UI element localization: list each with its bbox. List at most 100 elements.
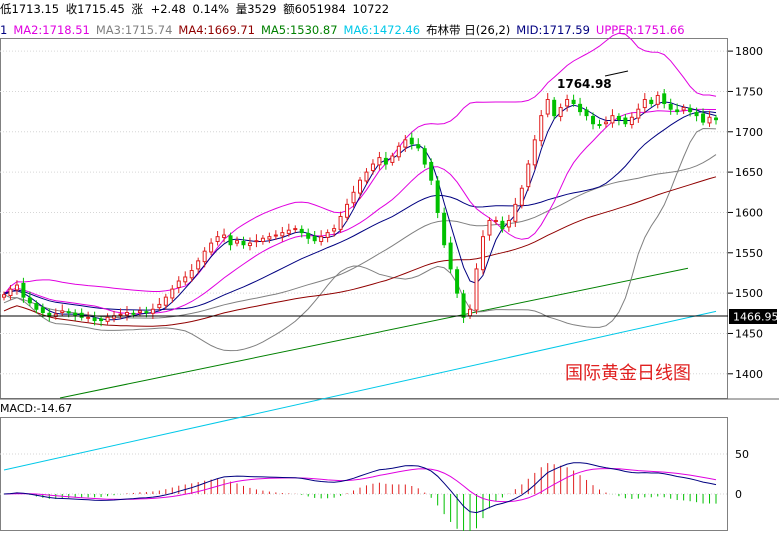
price-tick-label: 1800 (735, 45, 763, 58)
candle-body (99, 318, 104, 322)
candle-body (364, 171, 369, 182)
candle-body (34, 303, 39, 310)
candle-body (124, 311, 129, 316)
candle-body (254, 240, 259, 243)
price-tick-label: 1700 (735, 126, 763, 139)
candle-body (351, 191, 356, 204)
candle-body (241, 240, 246, 246)
candle-body (235, 240, 240, 244)
candle-body (552, 99, 557, 117)
candle-body (228, 235, 233, 246)
low-label: 低 (0, 2, 12, 16)
price-tick-label: 1600 (735, 206, 763, 219)
candle-body (513, 203, 518, 222)
candle-body (21, 282, 26, 298)
candle-body (506, 220, 511, 228)
candle-body (675, 109, 680, 113)
candle-body (487, 220, 492, 236)
candle-body (332, 228, 337, 232)
ma6-line (3, 310, 717, 471)
candle-body (688, 107, 693, 113)
candle-body (86, 316, 91, 319)
candle-body (422, 148, 427, 165)
candle-body (707, 116, 712, 124)
candle-body (642, 99, 647, 109)
close-label: 收 (66, 2, 78, 16)
candle-body (610, 115, 615, 124)
candle-body (144, 311, 149, 314)
indicator-item: MA6:1472.46 (344, 23, 421, 37)
candle-body (526, 163, 531, 188)
candle-body (636, 108, 641, 119)
candle-body (150, 308, 155, 314)
candle-body (209, 242, 214, 253)
candle-body (66, 311, 71, 314)
macd-tick-label: 0 (735, 488, 742, 501)
candle-body (338, 215, 343, 230)
candle-body (222, 234, 227, 238)
candle-body (383, 157, 388, 165)
candle-body (40, 307, 45, 313)
volume-label: 量 (236, 2, 248, 16)
candle-body (416, 144, 421, 149)
candle-body (655, 94, 660, 105)
candle-body (429, 161, 434, 181)
candle-body (532, 139, 537, 166)
candle-body (370, 163, 375, 171)
candle-body (189, 270, 194, 279)
price-axis: 1800 1750 1700 1650 1600 1550 1500 1450 1400 (728, 45, 763, 381)
candle-body (519, 187, 524, 206)
candle-body (578, 103, 583, 113)
change-label: 涨 (131, 2, 143, 16)
candle-body (131, 312, 136, 315)
change-pct: 0.14% (193, 2, 230, 16)
candle-body (14, 284, 19, 291)
candle-body (493, 220, 498, 223)
candle-body (448, 242, 453, 270)
peak-annotation: 1764.98 (557, 77, 612, 91)
candle-body (247, 242, 252, 247)
candle-body (500, 220, 505, 230)
candle-body (196, 260, 201, 270)
candle-body (118, 313, 123, 316)
candle-body (319, 236, 324, 242)
candle-body (701, 113, 706, 123)
candle-body (603, 121, 608, 125)
indicator-item: MA4:1669.71 (178, 23, 255, 37)
candle-body (649, 99, 654, 105)
quote-bar: 低1713.15 收1715.45 涨 +2.48 0.14% 量3529 额6… (0, 2, 389, 16)
candle-body (267, 236, 272, 240)
price-tick-label: 1650 (735, 166, 763, 179)
candle-body (273, 234, 278, 237)
candle-body (390, 155, 395, 163)
candle-body (435, 180, 440, 213)
watermark-title: 国际黄金日线图 (565, 363, 691, 384)
candle-body (468, 308, 473, 317)
candle-body (455, 269, 460, 294)
main-panel-frame (0, 38, 728, 399)
candle-body (403, 139, 408, 148)
candle-body (409, 137, 414, 145)
price-series (3, 32, 717, 471)
candle-body (545, 99, 550, 115)
price-tick-label: 1750 (735, 85, 763, 98)
candle-body (79, 312, 84, 318)
indicator-item: 1 (0, 23, 7, 37)
candle-body (8, 288, 13, 297)
price-tick-label: 1550 (735, 247, 763, 260)
candle-body (714, 117, 718, 121)
candle-body (215, 236, 220, 242)
candle-body (299, 228, 304, 234)
indicator-bar: 1 MA2:1718.51 MA3:1715.74 MA4:1669.71 MA5:15… (0, 23, 685, 37)
candle-body (694, 111, 699, 117)
candle-body (662, 93, 667, 105)
price-tick-label: 1400 (735, 368, 763, 381)
candle-body (183, 276, 188, 283)
indicator-item: MID:1717.59 (516, 23, 590, 37)
candle-body (474, 268, 479, 311)
indicator-item: 布林带 日(26,2) (426, 23, 510, 37)
candle-body (163, 296, 168, 306)
boll-upper-line (3, 32, 717, 296)
candle-body (306, 232, 311, 239)
candle-body (92, 317, 97, 322)
